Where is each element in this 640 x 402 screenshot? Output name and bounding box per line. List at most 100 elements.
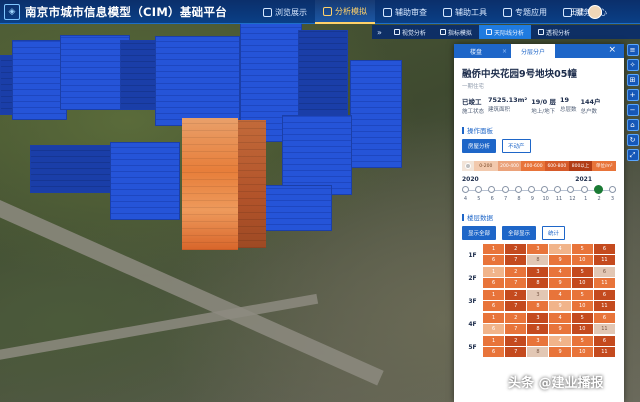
unit-cell[interactable]: 7 (505, 324, 527, 334)
sub-skyline[interactable]: 天际线分析 (478, 25, 531, 39)
unit-cell[interactable]: 4 (549, 244, 571, 254)
unit-cell[interactable]: 7 (505, 301, 527, 311)
home-icon[interactable]: ⌂ (626, 119, 639, 131)
timeline-dot[interactable] (593, 185, 603, 194)
timeline-dot[interactable] (608, 186, 616, 193)
timeline-dot[interactable] (501, 186, 509, 193)
selected-building[interactable] (182, 118, 238, 250)
timeline-dot[interactable] (462, 186, 469, 193)
unit-cell[interactable]: 10 (571, 255, 593, 265)
tab-building[interactable]: 楼盘 (454, 44, 498, 58)
unit-cell[interactable]: 2 (505, 267, 527, 277)
unit-cell[interactable]: 9 (549, 301, 571, 311)
unit-cell[interactable]: 1 (483, 244, 505, 254)
unit-cell[interactable]: 6 (593, 267, 615, 277)
timeline-dot[interactable] (514, 186, 522, 193)
house-analysis-button[interactable]: 房屋分析 (462, 139, 497, 153)
blue-building[interactable] (262, 185, 332, 231)
unit-cell[interactable]: 6 (593, 244, 615, 254)
nav-review[interactable]: 辅助审查 (375, 0, 435, 24)
unit-cell[interactable]: 1 (483, 267, 505, 277)
unit-cell[interactable]: 7 (505, 347, 527, 357)
unit-cell[interactable]: 6 (483, 347, 505, 357)
unit-cell[interactable]: 6 (483, 324, 505, 334)
unit-cell[interactable]: 5 (571, 336, 593, 346)
unit-cell[interactable]: 2 (505, 290, 527, 300)
layer-icon[interactable]: ≡ (626, 44, 639, 56)
nav-analysis[interactable]: 分析模拟 (315, 0, 375, 24)
unit-cell[interactable]: 4 (549, 336, 571, 346)
unit-cell[interactable]: 11 (593, 324, 615, 334)
nav-tools[interactable]: 辅助工具 (435, 0, 495, 24)
sub-perspective[interactable]: 透视分析 (531, 25, 577, 39)
unit-cell[interactable]: 3 (527, 313, 549, 323)
unit-cell[interactable]: 1 (483, 336, 505, 346)
blue-building[interactable] (110, 142, 180, 220)
unit-cell[interactable]: 8 (527, 324, 549, 334)
statistics-button[interactable]: 统计 (542, 226, 566, 240)
sub-visual-analysis[interactable]: 视觉分析 (387, 25, 433, 39)
unit-cell[interactable]: 6 (483, 301, 505, 311)
unit-cell[interactable]: 10 (571, 301, 593, 311)
unit-cell[interactable]: 2 (505, 313, 527, 323)
unit-cell[interactable]: 3 (527, 267, 549, 277)
blue-building[interactable] (12, 40, 67, 120)
unit-cell[interactable]: 8 (527, 255, 549, 265)
unit-cell[interactable]: 10 (571, 324, 593, 334)
timeline-dot[interactable] (475, 186, 483, 193)
unit-cell[interactable]: 11 (593, 301, 615, 311)
unit-cell[interactable]: 3 (527, 336, 549, 346)
unit-cell[interactable]: 11 (593, 278, 615, 288)
timeline-slider[interactable] (462, 185, 616, 196)
compass-icon[interactable]: ✧ (626, 59, 639, 71)
fullscreen-icon[interactable]: ⤢ (626, 149, 639, 161)
timeline-dot[interactable] (541, 186, 549, 193)
unit-cell[interactable]: 2 (505, 244, 527, 254)
unit-cell[interactable]: 6 (593, 313, 615, 323)
unit-cell[interactable]: 3 (527, 290, 549, 300)
unit-cell[interactable]: 10 (571, 278, 593, 288)
unit-cell[interactable]: 6 (593, 336, 615, 346)
unit-cell[interactable]: 9 (549, 347, 571, 357)
unit-cell[interactable]: 11 (593, 255, 615, 265)
unit-cell[interactable]: 7 (505, 278, 527, 288)
blue-building[interactable] (350, 60, 402, 168)
unit-cell[interactable]: 4 (549, 290, 571, 300)
unit-cell[interactable]: 3 (527, 244, 549, 254)
unit-cell[interactable]: 4 (549, 267, 571, 277)
timeline-dot[interactable] (488, 186, 496, 193)
tab-close-icon[interactable]: × (498, 44, 511, 58)
blue-building[interactable] (155, 36, 240, 126)
legend-toggle-icon[interactable] (465, 163, 471, 169)
blue-building[interactable] (30, 145, 115, 193)
unit-cell[interactable]: 5 (571, 290, 593, 300)
timeline-dot[interactable] (554, 186, 562, 193)
selected-building-side[interactable] (236, 120, 266, 248)
unit-cell[interactable]: 7 (505, 255, 527, 265)
unit-cell[interactable]: 4 (549, 313, 571, 323)
unit-cell[interactable]: 11 (593, 347, 615, 357)
show-all-button[interactable]: 显示全部 (462, 226, 497, 240)
unit-cell[interactable]: 9 (549, 255, 571, 265)
zoom-in-icon[interactable]: + (626, 89, 639, 101)
nav-topic[interactable]: 专题应用 (495, 0, 555, 24)
display-all-button[interactable]: 全部显示 (502, 226, 537, 240)
measure-icon[interactable]: ⊞ (626, 74, 639, 86)
unit-cell[interactable]: 9 (549, 278, 571, 288)
close-icon[interactable]: × (608, 45, 616, 55)
timeline-dot[interactable] (580, 186, 588, 193)
tab-floor-household[interactable]: 分层分户 (511, 44, 556, 58)
unit-cell[interactable]: 6 (483, 255, 505, 265)
collapse-arrow-icon[interactable]: » (372, 28, 387, 37)
unit-cell[interactable]: 5 (571, 244, 593, 254)
unit-cell[interactable]: 5 (571, 267, 593, 277)
unit-cell[interactable]: 8 (527, 301, 549, 311)
timeline-dot[interactable] (527, 186, 535, 193)
unit-cell[interactable]: 6 (593, 290, 615, 300)
unit-cell[interactable]: 1 (483, 313, 505, 323)
timeline-dot[interactable] (567, 186, 575, 193)
avatar[interactable] (588, 5, 602, 19)
zoom-out-icon[interactable]: − (626, 104, 639, 116)
unit-cell[interactable]: 8 (527, 278, 549, 288)
unit-cell[interactable]: 6 (483, 278, 505, 288)
